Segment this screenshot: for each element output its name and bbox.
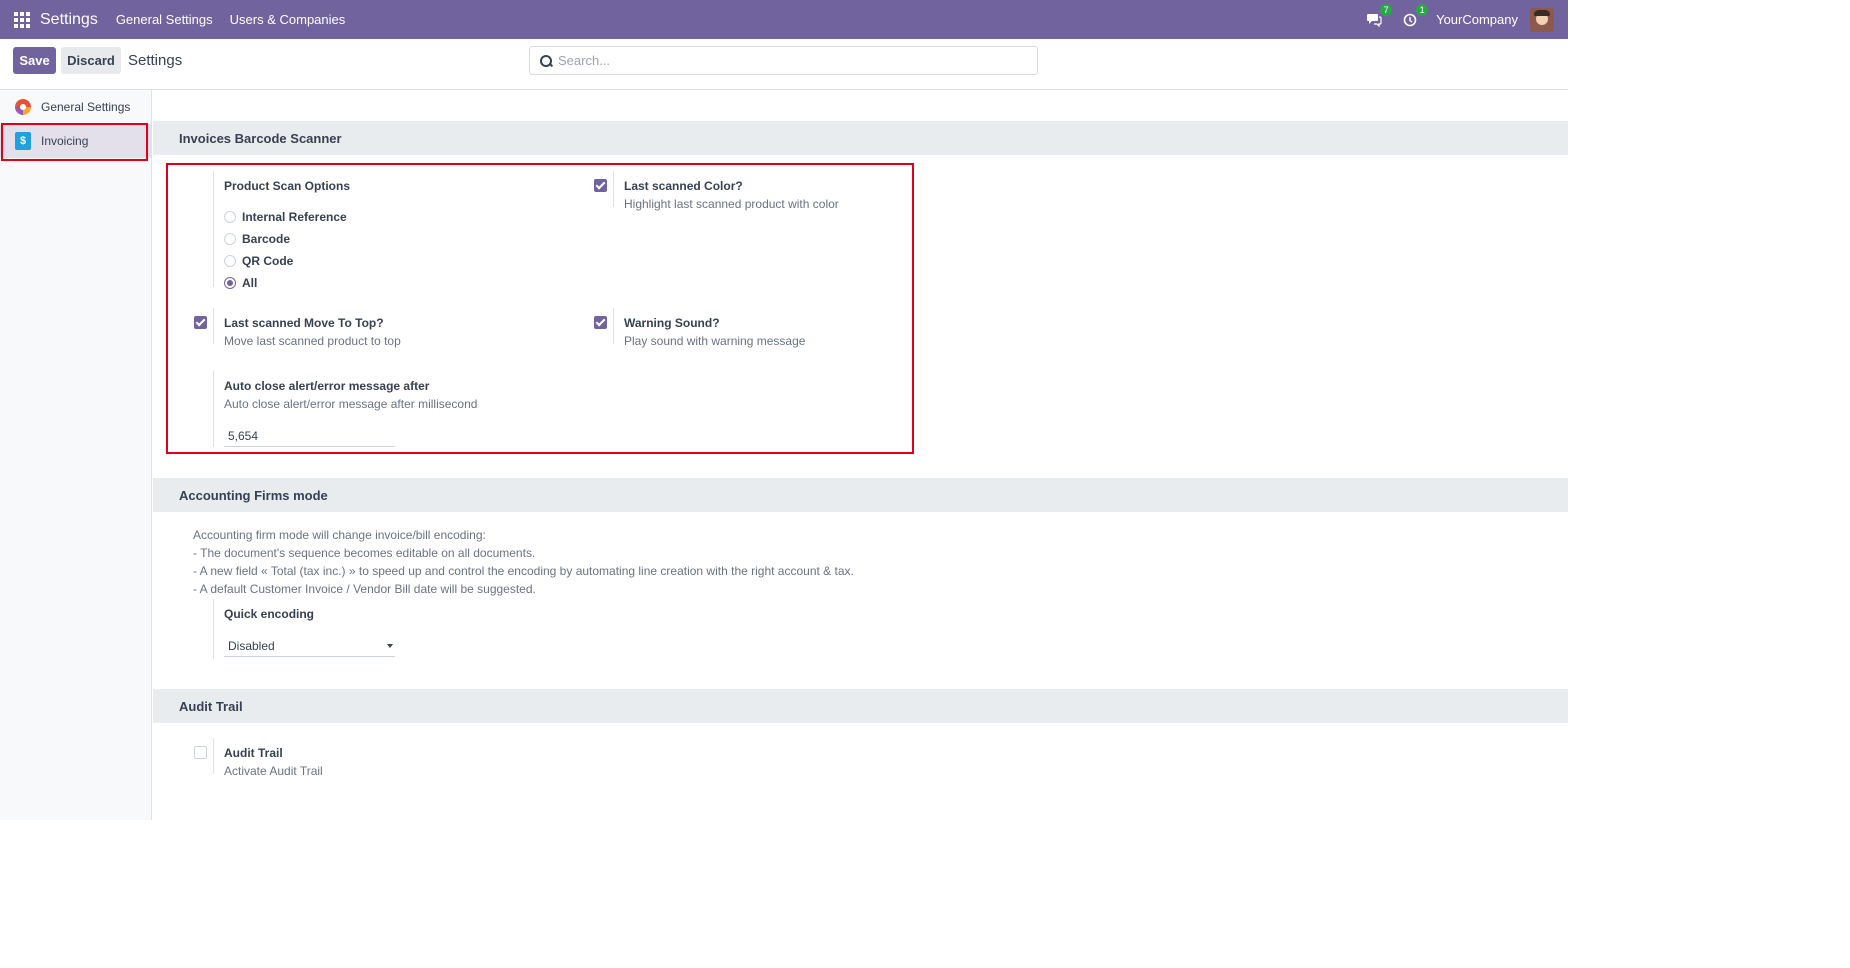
setting-title: Last scanned Move To Top? xyxy=(224,316,384,330)
clock-icon xyxy=(1403,13,1417,26)
setting-title: Audit Trail xyxy=(224,746,283,760)
save-button[interactable]: Save xyxy=(13,47,56,74)
quick-encoding-select[interactable]: Disabled xyxy=(224,635,395,657)
navbar-systray: 7 1 YourCompany xyxy=(1364,0,1568,39)
setting-description: Move last scanned product to top xyxy=(224,334,401,348)
control-panel: Save Discard Settings xyxy=(0,39,1568,90)
setting-description: Auto close alert/error message after mil… xyxy=(224,397,478,411)
apps-menu-icon[interactable] xyxy=(14,11,30,28)
sidebar-item-general-settings[interactable]: General Settings xyxy=(0,90,152,124)
settings-content: Invoices Barcode Scanner Product Scan Op… xyxy=(153,90,1568,820)
section-title: Audit Trail xyxy=(179,698,243,714)
activities-button[interactable]: 1 xyxy=(1400,3,1429,30)
setting-title: Product Scan Options xyxy=(224,179,351,193)
description-line: - A default Customer Invoice / Vendor Bi… xyxy=(193,582,536,596)
settings-sidebar: General Settings $ Invoicing xyxy=(0,90,152,820)
setting-title: Last scanned Color? xyxy=(624,179,743,193)
setting-description: Play sound with warning message xyxy=(624,334,806,348)
search-bar[interactable] xyxy=(529,46,1038,75)
auto-close-ms-input[interactable] xyxy=(224,425,395,447)
audit-trail-checkbox[interactable] xyxy=(194,746,207,759)
activities-count-badge: 1 xyxy=(1416,3,1429,16)
accounting-firms-description: Accounting firm mode will change invoice… xyxy=(193,526,1093,598)
section-title: Accounting Firms mode xyxy=(179,487,328,503)
search-icon xyxy=(540,54,552,67)
setting-title: Warning Sound? xyxy=(624,316,720,330)
radio-internal-reference[interactable]: Internal Reference xyxy=(224,206,544,228)
company-switcher[interactable]: YourCompany xyxy=(1436,12,1518,27)
chevron-down-icon xyxy=(387,643,393,648)
section-header-accounting-firms: Accounting Firms mode xyxy=(153,478,1568,512)
highlight-box-sidebar xyxy=(1,123,148,161)
discard-button[interactable]: Discard xyxy=(61,47,121,74)
warning-sound-checkbox[interactable] xyxy=(594,316,607,329)
nav-users-companies[interactable]: Users & Companies xyxy=(230,12,346,27)
chat-icon xyxy=(1367,13,1382,27)
last-scanned-color-checkbox[interactable] xyxy=(594,179,607,192)
search-input[interactable] xyxy=(552,47,1037,74)
radio-button[interactable] xyxy=(224,211,236,223)
section-title: Invoices Barcode Scanner xyxy=(179,130,342,146)
messages-button[interactable]: 7 xyxy=(1364,3,1393,30)
sidebar-item-label: General Settings xyxy=(41,100,131,114)
description-line: - A new field « Total (tax inc.) » to sp… xyxy=(193,564,854,578)
app-title[interactable]: Settings xyxy=(40,11,98,29)
section-header-barcode: Invoices Barcode Scanner xyxy=(153,121,1568,155)
setting-title: Quick encoding xyxy=(224,607,315,621)
move-to-top-checkbox[interactable] xyxy=(194,316,207,329)
setting-description: Activate Audit Trail xyxy=(224,764,323,778)
user-avatar[interactable] xyxy=(1530,7,1554,32)
radio-all[interactable]: All xyxy=(224,272,544,294)
radio-button-selected[interactable] xyxy=(224,277,236,289)
description-line: Accounting firm mode will change invoice… xyxy=(193,528,486,542)
radio-button[interactable] xyxy=(224,255,236,267)
scan-options-radio-group: Internal Reference Barcode QR Code All xyxy=(224,206,544,294)
setting-title: Auto close alert/error message after xyxy=(224,379,430,393)
select-value: Disabled xyxy=(228,638,275,653)
section-header-audit-trail: Audit Trail xyxy=(153,689,1568,723)
nav-general-settings[interactable]: General Settings xyxy=(116,12,213,27)
setting-description: Highlight last scanned product with colo… xyxy=(624,197,839,211)
radio-barcode[interactable]: Barcode xyxy=(224,228,544,250)
radio-button[interactable] xyxy=(224,233,236,245)
general-settings-logo-icon xyxy=(15,99,31,115)
messages-count-badge: 7 xyxy=(1380,3,1393,16)
breadcrumb-title: Settings xyxy=(128,52,183,69)
description-line: - The document's sequence becomes editab… xyxy=(193,546,536,560)
radio-qr-code[interactable]: QR Code xyxy=(224,250,544,272)
top-navbar: Settings General Settings Users & Compan… xyxy=(0,0,1568,39)
